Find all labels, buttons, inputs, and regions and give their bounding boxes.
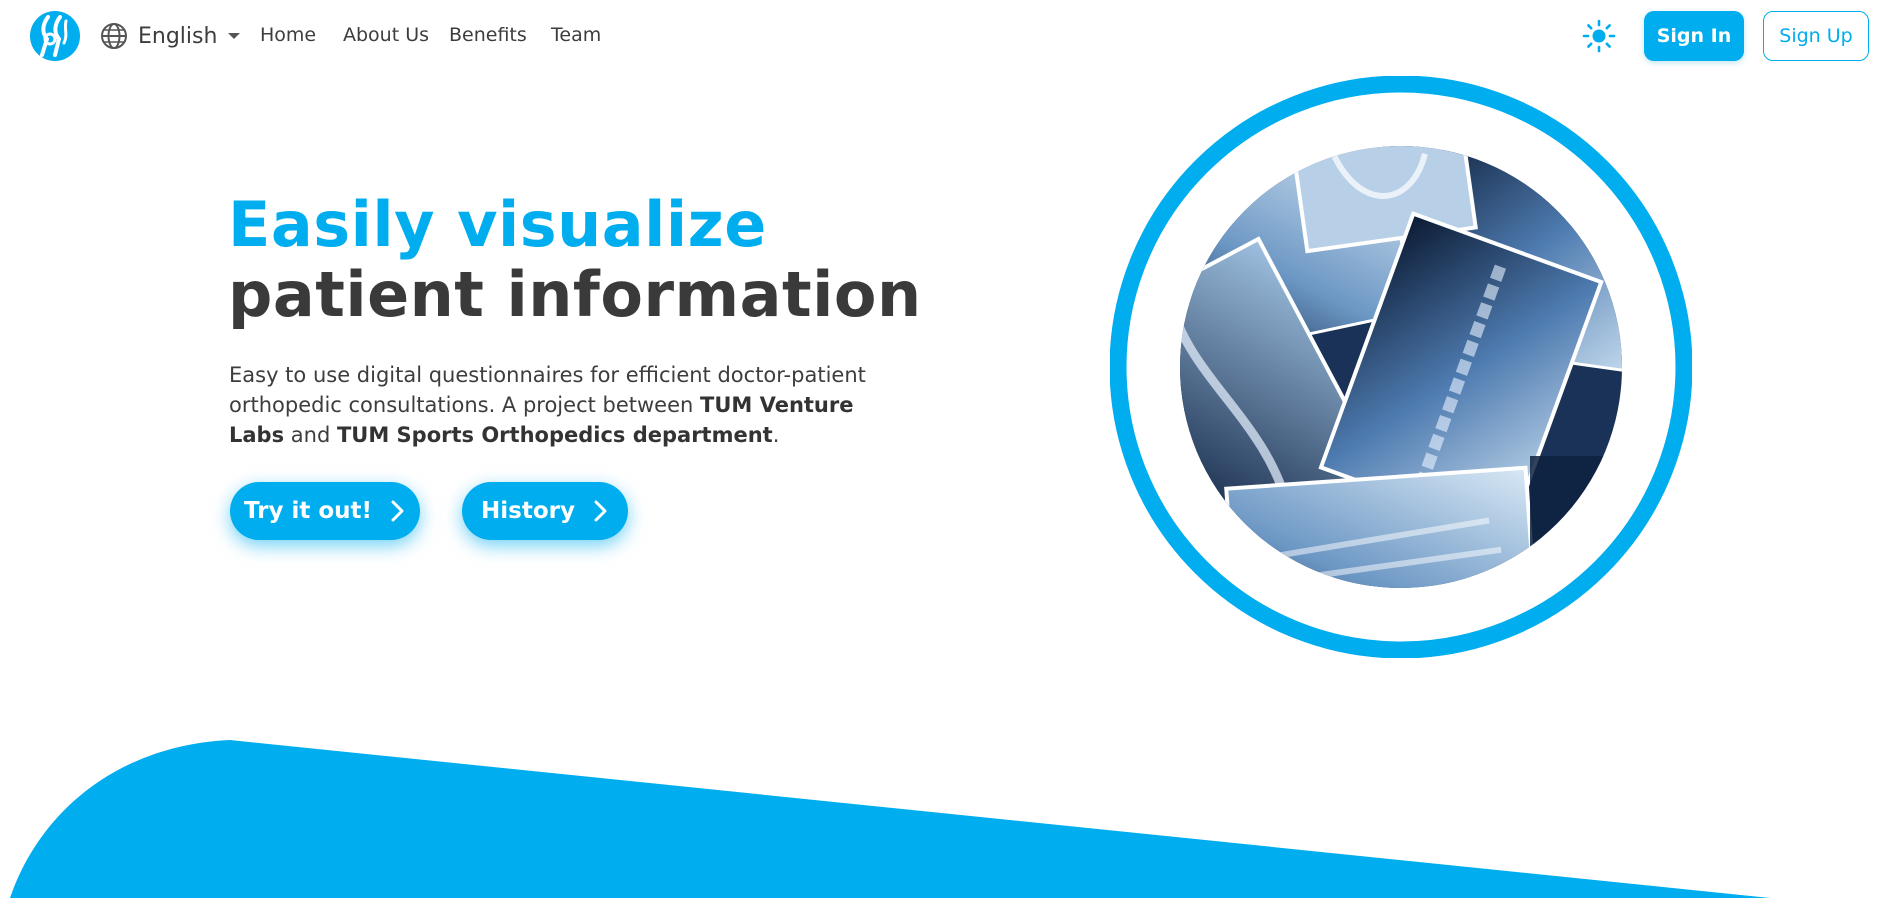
knee-joint-logo-icon[interactable] — [30, 11, 80, 61]
try-it-out-label: Try it out! — [243, 498, 373, 524]
globe-icon — [101, 23, 127, 49]
nav-link-team[interactable]: Team — [551, 24, 601, 46]
nav-link-benefits[interactable]: Benefits — [449, 24, 527, 46]
language-label: English — [138, 23, 218, 49]
hero-title-line2: patient information — [228, 258, 922, 331]
chevron-right-icon — [391, 500, 404, 522]
nav-link-about-us[interactable]: About Us — [343, 24, 429, 46]
hero-title: Easily visualize patient information — [228, 190, 922, 330]
nav-link-home[interactable]: Home — [260, 24, 316, 46]
hero-description-end: . — [772, 423, 780, 447]
sun-icon[interactable] — [1582, 19, 1616, 53]
history-button[interactable]: History — [462, 482, 628, 540]
history-label: History — [481, 498, 575, 524]
xray-collage-image — [1110, 76, 1692, 658]
chevron-right-icon — [594, 500, 607, 522]
hero-title-line1: Easily visualize — [228, 188, 767, 261]
sign-in-button[interactable]: Sign In — [1644, 11, 1744, 61]
navbar: English Home About Us Benefits Team Sign… — [0, 0, 1895, 72]
hero-description: Easy to use digital questionnaires for e… — [229, 360, 889, 450]
try-it-out-button[interactable]: Try it out! — [230, 482, 420, 540]
hero-description-and: and — [284, 423, 337, 447]
decorative-wave — [10, 740, 1770, 898]
landing-page: English Home About Us Benefits Team Sign… — [0, 0, 1895, 898]
hero-description-tum-sports-orthopedics: TUM Sports Orthopedics department — [336, 423, 773, 447]
sign-up-button[interactable]: Sign Up — [1763, 11, 1869, 61]
language-selector[interactable]: English — [100, 20, 241, 52]
caret-down-icon — [228, 33, 241, 39]
